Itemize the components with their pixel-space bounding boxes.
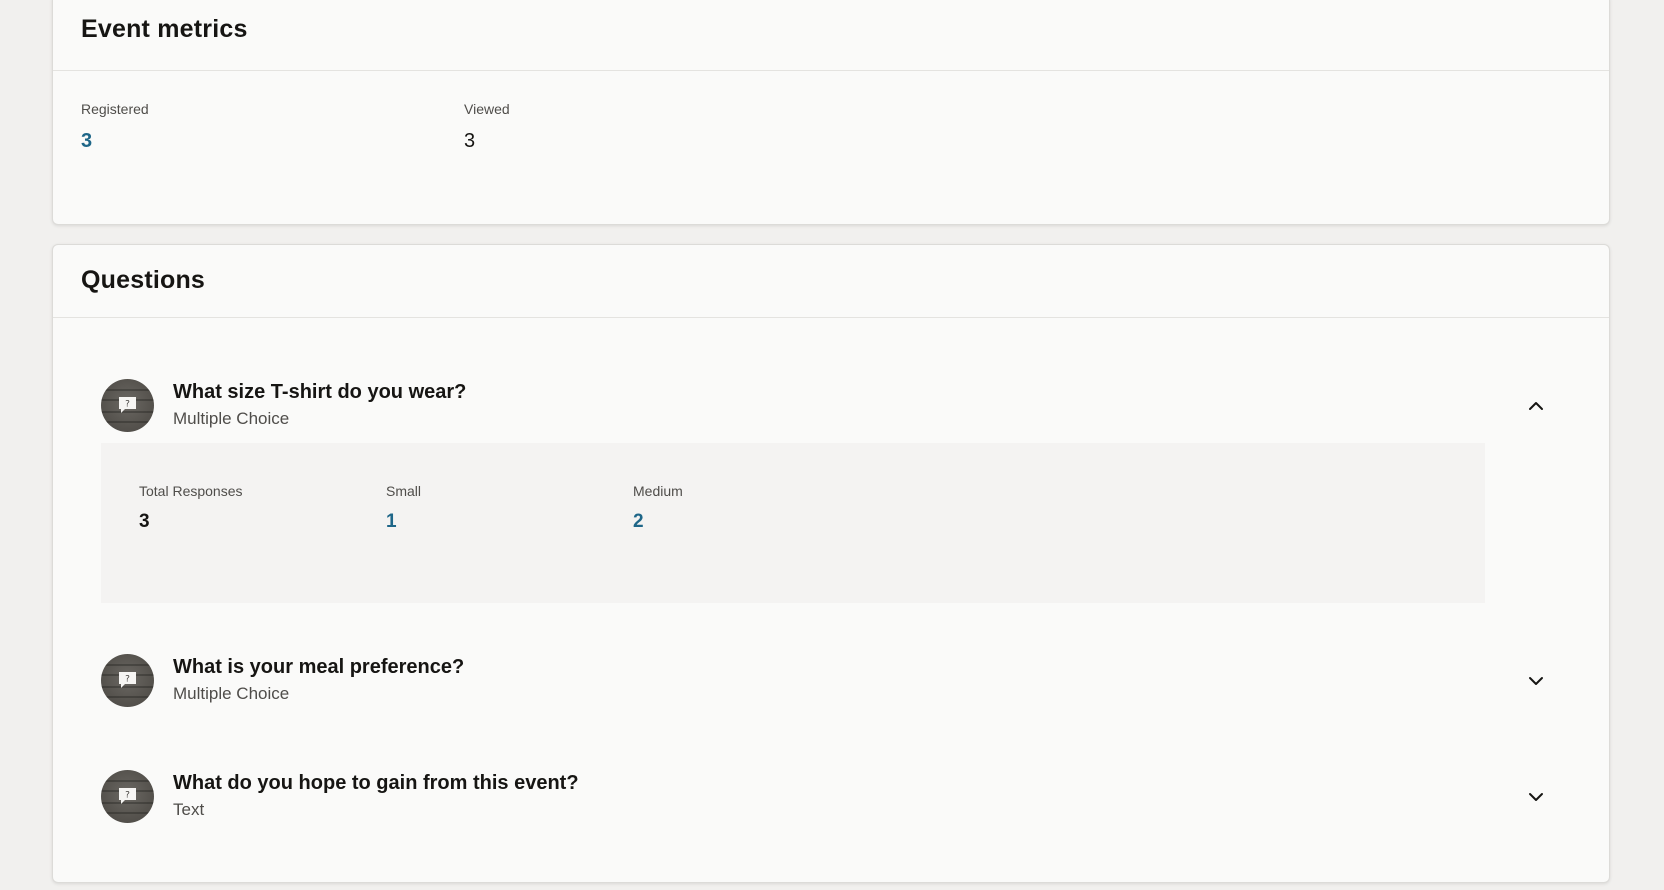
divider xyxy=(53,70,1609,71)
divider xyxy=(53,317,1609,318)
question-title: What is your meal preference? xyxy=(173,656,465,678)
total-responses-label: Total Responses xyxy=(139,483,243,499)
question-bubble-icon: ? xyxy=(101,654,154,707)
chevron-up-icon[interactable] xyxy=(1525,395,1547,417)
option-count-link[interactable]: 1 xyxy=(386,511,421,533)
event-metrics-title: Event metrics xyxy=(81,15,248,43)
registered-label: Registered xyxy=(81,101,149,117)
total-responses-value: 3 xyxy=(139,511,150,532)
question-item[interactable]: ? What do you hope to gain from this eve… xyxy=(101,770,1581,826)
option-label: Medium xyxy=(633,483,683,499)
questions-card: Questions ? What size T-shirt do you wea… xyxy=(52,244,1610,883)
question-title: What size T-shirt do you wear? xyxy=(173,381,467,403)
question-type: Multiple Choice xyxy=(173,684,290,703)
option-metric-small: Small 1 xyxy=(386,483,421,533)
question-title: What do you hope to gain from this event… xyxy=(173,772,579,794)
question-results-panel: Total Responses 3 Small 1 Medium 2 xyxy=(101,443,1485,603)
question-bubble-icon: ? xyxy=(101,379,154,432)
viewed-label: Viewed xyxy=(464,101,510,117)
svg-text:?: ? xyxy=(125,675,130,685)
chevron-down-icon[interactable] xyxy=(1525,670,1547,692)
question-type: Multiple Choice xyxy=(173,409,290,428)
viewed-count: 3 xyxy=(464,130,476,152)
question-type: Text xyxy=(173,800,205,819)
question-item[interactable]: ? What size T-shirt do you wear? Multipl… xyxy=(101,379,1581,435)
registered-count-link[interactable]: 3 xyxy=(81,130,149,153)
svg-text:?: ? xyxy=(125,400,130,410)
option-count-link[interactable]: 2 xyxy=(633,511,683,533)
questions-title: Questions xyxy=(81,266,206,294)
total-responses-metric: Total Responses 3 xyxy=(139,483,243,533)
viewed-metric: Viewed 3 xyxy=(464,101,510,153)
chevron-down-icon[interactable] xyxy=(1525,786,1547,808)
svg-text:?: ? xyxy=(125,791,130,801)
event-metrics-card: Event metrics Registered 3 Viewed 3 xyxy=(52,0,1610,225)
option-metric-medium: Medium 2 xyxy=(633,483,683,533)
question-bubble-icon: ? xyxy=(101,770,154,823)
registered-metric: Registered 3 xyxy=(81,101,149,153)
question-item[interactable]: ? What is your meal preference? Multiple… xyxy=(101,654,1581,710)
option-label: Small xyxy=(386,483,422,499)
